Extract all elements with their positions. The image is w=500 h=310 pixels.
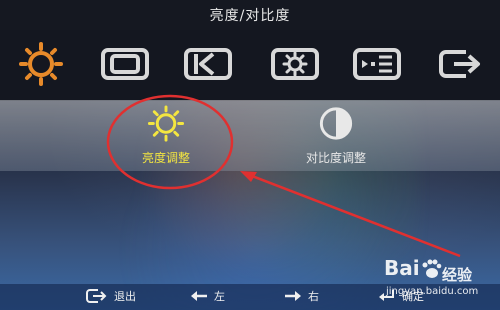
hint-left[interactable]: 左 (190, 288, 225, 304)
hint-right-label: 右 (308, 290, 319, 303)
osd-title-bar: 亮度/对比度 (0, 0, 500, 30)
sun-icon (147, 105, 185, 142)
picture-size-icon (101, 48, 149, 80)
baidu-jingyan-watermark: Bai 经验 jingyan.baidu.com (384, 256, 494, 304)
menu-item-exit[interactable] (436, 42, 486, 86)
contrast-icon (319, 107, 353, 140)
menu-item-options[interactable] (352, 42, 402, 86)
watermark-url: jingyan.baidu.com (386, 286, 479, 297)
paw-logo-icon (422, 259, 442, 278)
menu-list-icon (353, 48, 401, 80)
submenu-brightness-adjust[interactable]: 亮度调整 (106, 104, 226, 166)
monitor-screen: 亮度/对比度 亮度调整 对比度调整 退出 左 右 确定 Bai 经验 jingy… (0, 0, 500, 310)
brightness-adjust-label: 亮度调整 (141, 151, 190, 165)
settings-gear-icon (271, 48, 319, 80)
menu-item-input[interactable] (183, 42, 233, 86)
menu-item-settings[interactable] (270, 42, 320, 86)
arrow-left-icon (191, 291, 207, 301)
submenu-panel (0, 100, 500, 171)
contrast-adjust-label: 对比度调整 (305, 151, 366, 165)
watermark-brand-tail: 经验 (442, 266, 473, 284)
arrow-right-icon (285, 291, 301, 301)
hint-left-label: 左 (214, 290, 225, 303)
osd-menu-icon-row (0, 30, 500, 100)
hint-exit-label: 退出 (114, 290, 136, 303)
menu-item-picture[interactable] (100, 42, 150, 86)
menu-item-brightness-contrast[interactable] (16, 42, 66, 86)
sun-icon (19, 42, 63, 86)
watermark-brand: Bai (384, 256, 420, 280)
video-input-icon (184, 48, 232, 80)
submenu-contrast-adjust[interactable]: 对比度调整 (276, 104, 396, 166)
exit-icon (439, 50, 480, 78)
osd-title: 亮度/对比度 (209, 8, 291, 24)
hint-right[interactable]: 右 (284, 288, 319, 304)
exit-icon (86, 289, 107, 303)
hint-exit[interactable]: 退出 (86, 288, 136, 304)
